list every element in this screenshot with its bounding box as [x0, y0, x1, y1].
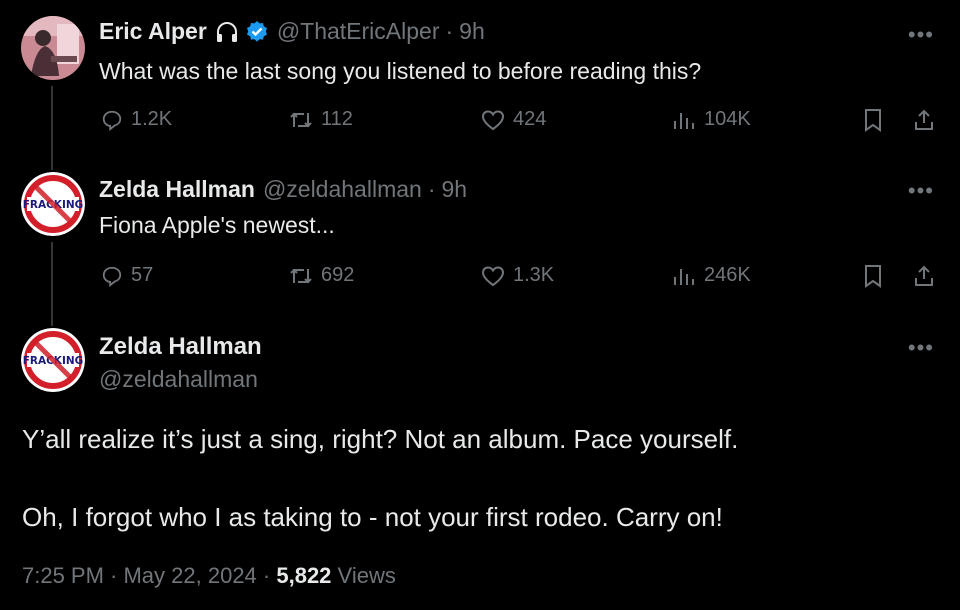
retweet-button[interactable]: 112 — [289, 108, 353, 131]
like-button[interactable]: 1.3K — [481, 264, 554, 287]
avatar[interactable]: FRACKING — [21, 328, 85, 392]
bookmark-button[interactable] — [862, 108, 892, 132]
display-name[interactable]: Zelda Hallman — [99, 176, 255, 203]
timestamp[interactable]: 9h — [442, 176, 468, 203]
thread-line-2 — [51, 242, 53, 326]
tweet-text: What was the last song you listened to b… — [99, 58, 702, 84]
reply-count: 1.2K — [131, 108, 173, 130]
views-icon — [674, 112, 694, 129]
bookmark-button[interactable] — [862, 264, 892, 288]
no-fracking-avatar-icon: FRACKING — [21, 328, 85, 392]
timestamp[interactable]: 7:25 PM · May 22, 2024 · — [22, 563, 270, 588]
verified-badge-icon[interactable] — [245, 20, 269, 44]
reply-button[interactable]: 1.2K — [101, 108, 172, 131]
retweet-count: 112 — [321, 108, 353, 130]
share-button[interactable] — [912, 108, 944, 132]
handle[interactable]: @zeldahallman — [263, 176, 422, 203]
bookmark-icon — [865, 109, 881, 132]
avatar-photo-icon — [21, 16, 85, 80]
more-icon[interactable]: ••• — [908, 24, 934, 46]
more-icon[interactable]: ••• — [908, 180, 934, 202]
views-button[interactable]: 104K — [672, 108, 751, 131]
retweet-icon — [290, 112, 312, 127]
reply-count: 57 — [131, 264, 154, 286]
timestamp[interactable]: 9h — [459, 18, 485, 45]
more-icon[interactable]: ••• — [908, 337, 934, 359]
tweet-text: Fiona Apple's newest... — [99, 212, 335, 238]
like-count: 424 — [513, 108, 547, 130]
no-fracking-avatar-icon: FRACKING — [21, 172, 85, 236]
tweet-text-line-2: Oh, I forgot who I as taking to - not yo… — [22, 502, 723, 532]
separator: · — [427, 176, 436, 202]
like-count: 1.3K — [513, 264, 555, 286]
view-count: 246K — [704, 264, 751, 286]
bookmark-icon — [865, 265, 881, 288]
headphones-icon — [215, 21, 239, 43]
like-button[interactable]: 424 — [481, 108, 546, 131]
share-icon — [915, 265, 933, 286]
like-icon — [481, 265, 505, 286]
tweet-header: Zelda Hallman @zeldahallman · 9h — [99, 176, 467, 203]
reply-icon — [102, 266, 122, 287]
avatar[interactable] — [21, 16, 85, 80]
share-icon — [915, 109, 933, 130]
thread-line-1 — [51, 86, 53, 170]
reply-button[interactable]: 57 — [101, 264, 153, 287]
reply-icon — [102, 110, 122, 131]
separator: · — [445, 18, 454, 44]
retweet-count: 692 — [321, 264, 355, 286]
display-name[interactable]: Zelda Hallman — [99, 333, 262, 361]
handle[interactable]: @zeldahallman — [99, 366, 258, 393]
views-icon — [674, 268, 694, 285]
tweet-header: Eric Alper @ThatEricAlper · 9h — [99, 18, 485, 45]
tweet-text-line-1: Y’all realize it’s just a sing, right? N… — [22, 424, 739, 454]
like-icon — [481, 109, 505, 130]
retweet-button[interactable]: 692 — [289, 264, 354, 287]
view-count: 5,822 — [276, 563, 332, 588]
tweet-footer: 7:25 PM · May 22, 2024 · 5,822 Views — [22, 563, 396, 589]
share-button[interactable] — [912, 264, 944, 288]
handle[interactable]: @ThatEricAlper — [277, 18, 440, 45]
views-label: Views — [337, 563, 396, 588]
avatar[interactable]: FRACKING — [21, 172, 85, 236]
views-button[interactable]: 246K — [672, 264, 751, 287]
display-name[interactable]: Eric Alper — [99, 18, 207, 45]
view-count: 104K — [704, 108, 751, 130]
retweet-icon — [290, 268, 312, 283]
